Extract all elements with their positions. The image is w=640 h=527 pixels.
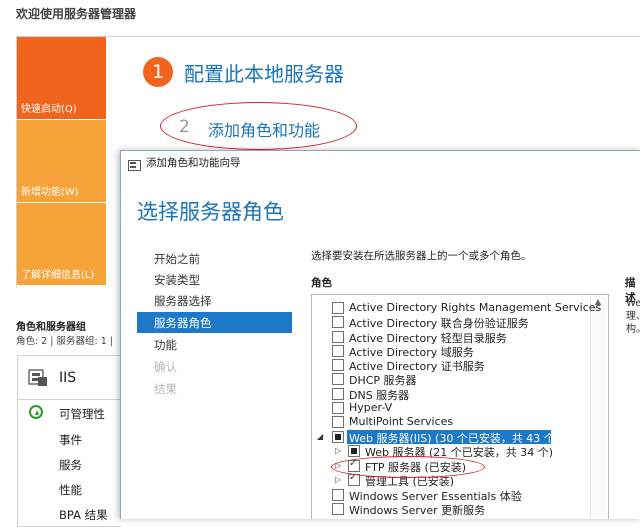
role-checkbox-partial[interactable] xyxy=(332,431,344,443)
tile-label: 了解详细信息(L) xyxy=(21,270,95,281)
roles-column-header: 角色 xyxy=(311,277,332,289)
nav-server-roles-label: 服务器角色 xyxy=(154,316,212,330)
role-row-web-server-iis[interactable]: ◢ Web 服务器(IIS) (30 个已安装，共 43 个) xyxy=(313,430,593,445)
role-row[interactable]: Active Directory 联合身份验证服务 xyxy=(313,315,593,330)
wizard-window-title: 添加角色和功能向导 xyxy=(146,157,241,169)
role-row[interactable]: DNS 服务器 xyxy=(313,387,593,402)
nav-installation-type[interactable]: 安装类型 xyxy=(154,272,200,288)
step1-number-badge: 1 xyxy=(143,57,173,87)
iis-title: IIS xyxy=(59,370,77,386)
roles-group-subtitle: 角色: 2 | 服务器组: 1 | xyxy=(16,336,113,347)
role-row[interactable]: Windows Server 更新服务 xyxy=(313,502,593,517)
role-checkbox[interactable] xyxy=(332,316,344,328)
role-checkbox[interactable] xyxy=(332,402,344,414)
nav-features[interactable]: 功能 xyxy=(154,337,177,353)
role-row[interactable]: Hyper-V xyxy=(313,401,593,415)
nav-server-selection[interactable]: 服务器选择 xyxy=(154,293,212,309)
role-checkbox-partial[interactable] xyxy=(348,445,360,457)
wizard-window-icon xyxy=(128,156,141,171)
role-row[interactable]: Active Directory Rights Management Servi… xyxy=(313,301,601,315)
role-checkbox[interactable] xyxy=(332,388,344,400)
expand-arrow-icon[interactable]: ▷ xyxy=(335,446,341,455)
role-checkbox[interactable] xyxy=(332,489,344,501)
nav-confirmation: 确认 xyxy=(154,360,177,374)
role-row[interactable]: Windows Server Essentials 体验 xyxy=(313,488,593,503)
role-row[interactable]: Active Directory 轻型目录服务 xyxy=(313,330,593,345)
ftp-highlight-ellipse xyxy=(331,456,485,478)
iis-events[interactable]: 事件 xyxy=(59,432,82,448)
iis-server-icon xyxy=(28,369,48,391)
role-row-web-server[interactable]: ▷ Web 服务器 (21 个已安装，共 34 个) xyxy=(313,444,593,459)
role-checkbox[interactable] xyxy=(332,331,344,343)
role-checkbox[interactable] xyxy=(332,359,344,371)
role-checkbox[interactable] xyxy=(332,416,344,428)
tile-whats-new[interactable]: 新增功能(W) xyxy=(17,120,106,202)
roles-group-title: 角色和服务器组 xyxy=(16,322,86,333)
iis-performance[interactable]: 性能 xyxy=(59,482,82,498)
iis-manageability[interactable]: 可管理性 xyxy=(59,406,105,422)
iis-bpa-results[interactable]: BPA 结果 xyxy=(59,507,108,523)
role-row[interactable]: Active Directory 证书服务 xyxy=(313,358,593,373)
highlight-ellipse xyxy=(160,102,357,150)
tile-label: 新增功能(W) xyxy=(21,187,79,198)
nav-results: 结果 xyxy=(154,382,177,396)
tile-quick-start[interactable]: 快速启动(Q) xyxy=(17,37,106,119)
dashboard-title: 欢迎使用服务器管理器 xyxy=(16,7,137,21)
manageability-ok-icon xyxy=(29,405,43,419)
role-checkbox[interactable] xyxy=(332,302,344,314)
role-row[interactable]: MultiPoint Services xyxy=(313,415,593,429)
wizard-heading: 选择服务器角色 xyxy=(137,200,284,224)
expand-arrow-icon[interactable]: ▷ xyxy=(335,475,341,484)
collapse-arrow-icon[interactable]: ◢ xyxy=(317,432,323,441)
divider xyxy=(17,399,120,400)
nav-before-you-begin[interactable]: 开始之前 xyxy=(154,251,200,267)
role-checkbox[interactable] xyxy=(332,373,344,385)
role-checkbox[interactable] xyxy=(332,503,344,515)
description-text: We 理、 构。 xyxy=(626,298,640,335)
instruction-text: 选择要安装在所选服务器上的一个或多个角色。 xyxy=(311,250,532,262)
role-row[interactable]: DHCP 服务器 xyxy=(313,372,593,387)
tile-label: 快速启动(Q) xyxy=(21,104,77,115)
configure-local-server-link[interactable]: 配置此本地服务器 xyxy=(184,58,344,87)
tile-learn-more[interactable]: 了解详细信息(L) xyxy=(17,203,106,285)
iis-services[interactable]: 服务 xyxy=(59,457,82,473)
role-checkbox[interactable] xyxy=(332,345,344,357)
role-row[interactable]: Active Directory 域服务 xyxy=(313,344,593,359)
role-checkbox-checked[interactable] xyxy=(348,472,360,486)
